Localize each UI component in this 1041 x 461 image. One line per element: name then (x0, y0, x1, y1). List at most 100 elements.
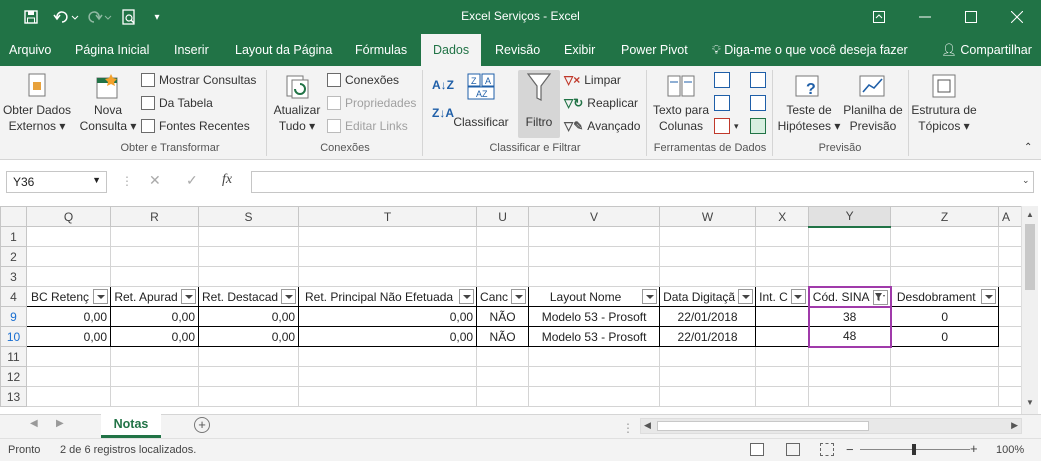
fontes-recentes-button[interactable]: Fontes Recentes (141, 119, 250, 133)
cell[interactable] (659, 246, 757, 267)
cell[interactable]: Modelo 53 - Prosoft (528, 326, 661, 347)
teste-de-hipoteses-button[interactable]: ? Teste de Hipóteses ▾ (776, 72, 842, 134)
avancado-button[interactable]: ▽✎ Avançado (564, 119, 640, 133)
header-cell[interactable]: BC Retenç (26, 286, 111, 307)
cell[interactable]: NÃO (476, 326, 530, 347)
cell[interactable]: Modelo 53 - Prosoft (528, 306, 661, 327)
cell[interactable] (755, 386, 810, 407)
cell[interactable] (298, 226, 478, 247)
tab-arquivo[interactable]: Arquivo (9, 34, 51, 66)
remove-duplicates-icon[interactable] (714, 95, 730, 111)
scroll-down-icon[interactable]: ▼ (1026, 398, 1034, 407)
header-cell[interactable]: Ret. Principal Não Efetuada (298, 286, 478, 307)
cell[interactable] (110, 226, 199, 247)
cell[interactable] (26, 226, 111, 247)
texto-para-colunas-button[interactable]: Texto para Colunas (650, 72, 712, 134)
cell[interactable] (26, 246, 111, 267)
cell[interactable]: 0,00 (110, 326, 199, 347)
cell[interactable] (197, 366, 300, 387)
cell[interactable]: 0,00 (298, 326, 478, 347)
cell[interactable] (659, 366, 757, 387)
filter-dropdown-icon[interactable] (281, 289, 297, 304)
cell[interactable] (528, 366, 661, 387)
column-header[interactable]: U (476, 206, 530, 227)
cell[interactable]: 0 (890, 326, 999, 347)
row-header[interactable]: 9 (0, 306, 27, 327)
cell[interactable]: 0,00 (197, 306, 300, 327)
tab-revisao[interactable]: Revisão (495, 34, 540, 66)
horizontal-scrollbar[interactable]: ◀ ▶ (640, 418, 1022, 434)
cell[interactable] (298, 266, 478, 287)
row-header[interactable]: 1 (0, 226, 27, 247)
cell[interactable] (476, 266, 530, 287)
zoom-level[interactable]: 100% (996, 444, 1024, 456)
obter-dados-externos-button[interactable]: Obter Dados Externos ▾ (2, 72, 72, 134)
filter-dropdown-icon[interactable] (459, 289, 475, 304)
cell[interactable]: 22/01/2018 (659, 326, 757, 347)
header-cell[interactable]: Data Digitaçã (659, 286, 757, 307)
classificar-button[interactable]: Z A AZ Classificar (452, 72, 510, 130)
page-break-view-icon[interactable] (820, 443, 834, 456)
header-cell[interactable]: Ret. Apurad (110, 286, 199, 307)
expand-formula-icon[interactable]: ⌄ (1022, 175, 1030, 186)
cell[interactable] (110, 386, 199, 407)
cell[interactable] (197, 346, 300, 367)
name-box-dropdown-icon[interactable]: ▼ (92, 175, 101, 185)
cell[interactable]: 0,00 (26, 306, 111, 327)
conexoes-button[interactable]: Conexões (327, 73, 399, 87)
scroll-left-icon[interactable]: ◀ (644, 420, 651, 431)
atualizar-tudo-button[interactable]: Atualizar Tudo ▾ (270, 72, 324, 134)
editar-links-button[interactable]: Editar Links (327, 119, 408, 133)
filter-dropdown-icon[interactable] (642, 289, 658, 304)
cell[interactable] (476, 226, 530, 247)
cell[interactable]: 0 (890, 306, 999, 327)
next-sheet-icon[interactable]: ▶ (56, 418, 64, 429)
estrutura-de-topicos-button[interactable]: Estrutura de Tópicos ▾ (910, 72, 978, 134)
cell[interactable] (476, 346, 530, 367)
scroll-up-icon[interactable]: ▲ (1026, 210, 1034, 219)
maximize-icon[interactable] (948, 0, 994, 34)
sort-az-icon[interactable]: A↓Z (432, 78, 454, 92)
scroll-right-icon[interactable]: ▶ (1011, 420, 1018, 431)
cell[interactable] (476, 386, 530, 407)
mostrar-consultas-button[interactable]: Mostrar Consultas (141, 73, 256, 87)
cell[interactable] (26, 366, 111, 387)
cell[interactable] (808, 266, 891, 287)
cell[interactable] (659, 346, 757, 367)
row-header[interactable]: 3 (0, 266, 27, 287)
zoom-in-icon[interactable]: + (970, 442, 978, 455)
page-layout-view-icon[interactable] (786, 443, 800, 456)
add-sheet-icon[interactable]: + (194, 417, 210, 433)
cell[interactable] (298, 366, 478, 387)
scroll-thumb[interactable] (1025, 224, 1035, 290)
cell[interactable] (197, 226, 300, 247)
header-cell-filtered[interactable]: Cód. SINA (807, 285, 892, 308)
cell[interactable] (808, 386, 891, 407)
relationships-icon[interactable] (750, 95, 766, 111)
cell[interactable]: 0,00 (298, 306, 478, 327)
consolidate-icon[interactable] (750, 72, 766, 88)
cell[interactable]: 48 (807, 326, 892, 348)
header-cell[interactable]: Ret. Destacad (197, 286, 300, 307)
row-header[interactable]: 11 (0, 346, 27, 367)
cell[interactable] (755, 306, 810, 327)
minimize-icon[interactable] (902, 0, 948, 34)
cell[interactable] (110, 246, 199, 267)
cell[interactable] (528, 226, 661, 247)
filter-dropdown-icon[interactable] (738, 289, 754, 304)
cell[interactable] (110, 346, 199, 367)
cell[interactable] (890, 346, 999, 367)
cell[interactable] (755, 326, 810, 347)
cell[interactable] (298, 346, 478, 367)
cell[interactable] (476, 366, 530, 387)
filter-dropdown-icon[interactable] (511, 289, 527, 304)
column-header[interactable]: W (659, 206, 757, 227)
data-validation-icon[interactable]: ▾ (714, 118, 739, 134)
tab-dados[interactable]: Dados (421, 34, 482, 66)
cell[interactable] (659, 386, 757, 407)
cell[interactable] (808, 226, 891, 247)
cell[interactable]: NÃO (476, 306, 530, 327)
filter-dropdown-icon[interactable] (93, 289, 108, 304)
row-header[interactable]: 12 (0, 366, 27, 387)
cell[interactable]: 0,00 (197, 326, 300, 347)
